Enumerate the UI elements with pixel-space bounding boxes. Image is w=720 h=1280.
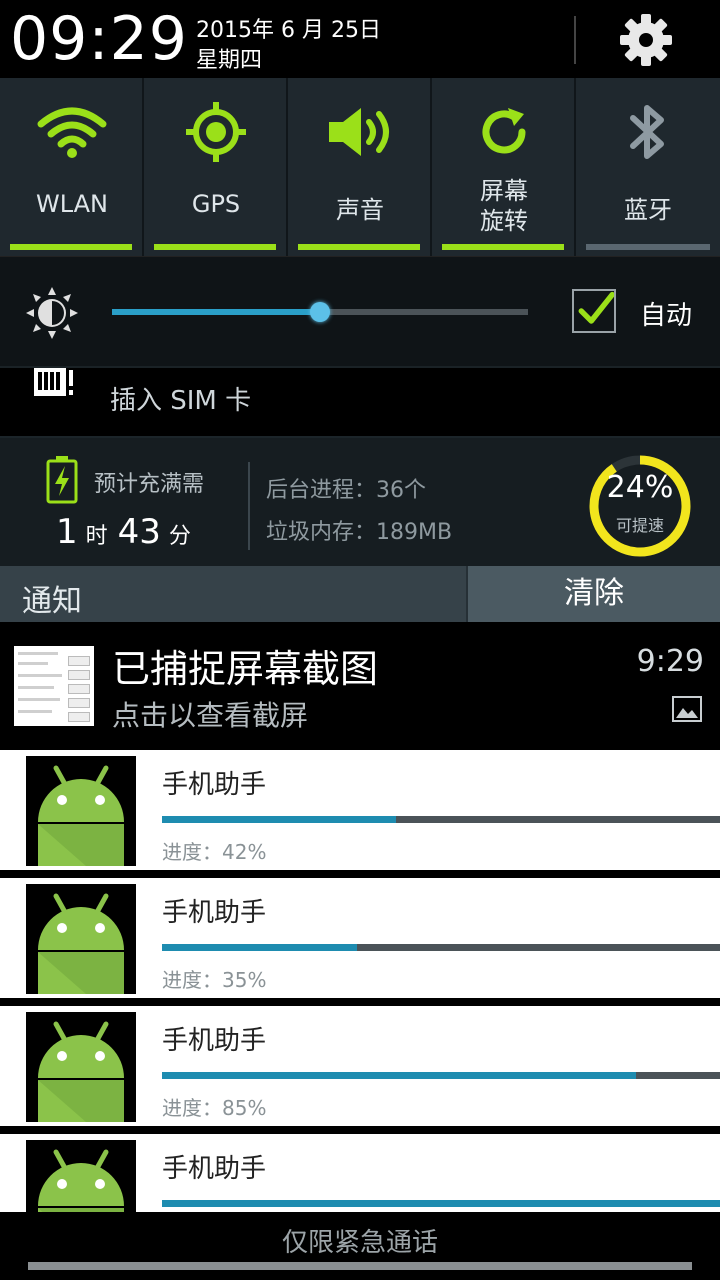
download-app-name: 手机助手 [162, 1026, 267, 1056]
panel-divider [248, 462, 250, 550]
sim-status-text: 插入 SIM 卡 [110, 386, 252, 416]
download-progress-bar [162, 1072, 720, 1079]
toggle-label: GPS [191, 190, 241, 218]
junk-memory: 垃圾内存：189MB [266, 520, 453, 545]
emergency-calls-only: 仅限紧急通话 [281, 1228, 438, 1258]
wifi-icon [0, 96, 144, 168]
toggle-label: 声音 [336, 196, 384, 224]
toggle-label-line2: 旋转 [480, 207, 528, 235]
download-notification[interactable]: 手机助手进度：35% [0, 878, 720, 998]
brightness-slider[interactable] [112, 302, 528, 322]
brightness-fill [112, 309, 320, 315]
download-notification[interactable]: 手机助手 [0, 1134, 720, 1212]
boost-percent: 24% [606, 470, 674, 505]
charge-hours: 1 [56, 512, 78, 552]
sim-status-row[interactable]: 插入 SIM 卡 [0, 366, 720, 436]
clear-button[interactable]: 清除 [466, 566, 720, 622]
toggle-indicator [442, 244, 564, 250]
brightness-icon [26, 287, 78, 339]
auto-brightness-checkbox[interactable] [572, 289, 616, 333]
download-progress-fill [162, 1200, 720, 1207]
android-app-icon [26, 1012, 136, 1122]
toggle-rotate[interactable]: 屏幕 旋转 [432, 78, 576, 256]
bluetooth-icon [576, 96, 720, 168]
download-app-name: 手机助手 [162, 770, 267, 800]
download-progress-text: 进度：42% [162, 840, 267, 864]
rotate-icon [432, 96, 576, 168]
screenshot-thumbnail [14, 646, 94, 726]
screenshot-title: 已捕捉屏幕截图 [112, 647, 379, 691]
charge-hours-unit: 时 [85, 524, 108, 549]
download-app-name: 手机助手 [162, 898, 267, 928]
charge-minutes: 43 [117, 512, 161, 552]
background-processes: 后台进程：36个 [266, 478, 426, 503]
toggle-label: WLAN [35, 190, 109, 218]
boost-label: 可提速 [615, 516, 664, 535]
battery-charging-icon [46, 456, 78, 504]
toggle-indicator [154, 244, 276, 250]
toggle-bluetooth[interactable]: 蓝牙 [576, 78, 720, 256]
toggle-label: 蓝牙 [624, 196, 672, 224]
brightness-row: 自动 [0, 256, 720, 366]
download-progress-bar [162, 944, 720, 951]
download-progress-fill [162, 944, 358, 951]
android-app-icon [26, 884, 136, 994]
toggle-indicator [10, 244, 132, 250]
toggle-indicator [298, 244, 420, 250]
settings-gear-icon[interactable] [618, 12, 674, 68]
charge-minutes-unit: 分 [168, 524, 191, 549]
download-notification[interactable]: 手机助手进度：85% [0, 1006, 720, 1126]
download-notification[interactable]: 手机助手进度：42% [0, 750, 720, 870]
image-icon [672, 696, 702, 722]
sound-icon [288, 96, 432, 168]
brightness-thumb[interactable] [310, 302, 330, 322]
download-progress-bar [162, 816, 720, 823]
toggle-label: 屏幕 旋转 [432, 176, 576, 236]
download-progress-bar [162, 1200, 720, 1207]
notifications-header: 通知 清除 [0, 566, 720, 622]
download-progress-text: 进度：85% [162, 1096, 267, 1120]
quick-settings-toggles: WLAN GPS 声音 屏幕 旋转 蓝牙 [0, 78, 720, 256]
sim-card-icon [34, 368, 73, 396]
weekday: 星期四 [196, 48, 263, 73]
download-progress-fill [162, 1072, 637, 1079]
toggle-sound[interactable]: 声音 [288, 78, 432, 256]
gps-icon [144, 96, 288, 168]
shade-drag-handle[interactable] [28, 1262, 692, 1270]
download-app-name: 手机助手 [162, 1154, 267, 1184]
toggle-gps[interactable]: GPS [144, 78, 288, 256]
header-divider [574, 16, 576, 64]
download-progress-text: 进度：35% [162, 968, 267, 992]
charge-estimate-label: 预计充满需 [94, 472, 205, 497]
android-app-icon [26, 1140, 136, 1212]
auto-brightness-label: 自动 [640, 301, 693, 331]
toggle-indicator [586, 244, 710, 250]
download-progress-fill [162, 816, 397, 823]
toggle-wlan[interactable]: WLAN [0, 78, 144, 256]
charge-time: 1 时 43 分 [56, 512, 201, 552]
battery-memory-panel: 预计充满需 1 时 43 分 后台进程：36个 垃圾内存：189MB 24% 可提速 [0, 436, 720, 566]
toggle-label-line1: 屏幕 [480, 177, 528, 205]
status-header: 09:29 2015年 6 月 25日 星期四 [0, 0, 720, 78]
screenshot-subtitle: 点击以查看截屏 [112, 699, 309, 732]
clock: 09:29 [10, 4, 188, 74]
bottom-bar: 仅限紧急通话 [0, 1212, 720, 1280]
date: 2015年 6 月 25日 [196, 18, 381, 43]
notifications-title: 通知 [22, 584, 82, 619]
screenshot-time: 9:29 [636, 644, 704, 679]
android-app-icon [26, 756, 136, 866]
boost-gauge[interactable] [586, 452, 694, 560]
screenshot-notification[interactable]: 已捕捉屏幕截图 点击以查看截屏 9:29 [0, 622, 720, 748]
